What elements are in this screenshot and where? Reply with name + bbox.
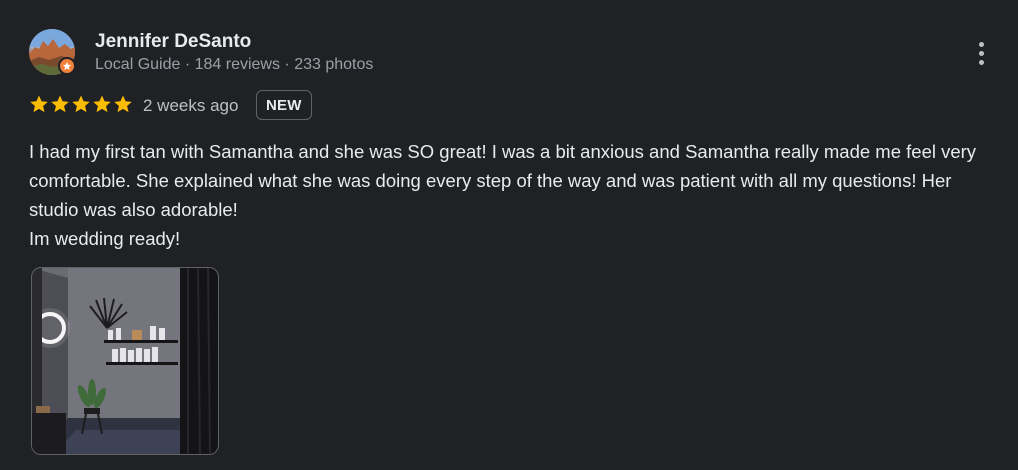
- star-rating: [29, 94, 133, 114]
- star-icon: [72, 95, 90, 113]
- local-guide-star-icon: [58, 57, 76, 75]
- review-photo[interactable]: [31, 267, 219, 455]
- star-icon: [93, 95, 111, 113]
- reviewer-avatar[interactable]: [29, 29, 76, 75]
- new-badge: NEW: [256, 90, 312, 120]
- menu-dot: [978, 59, 984, 65]
- review-paragraph: Im wedding ready!: [29, 228, 181, 249]
- star-icon: [30, 95, 48, 113]
- review-time: 2 weeks ago: [143, 96, 239, 115]
- menu-dot: [978, 41, 984, 47]
- reviewer-meta: Local Guide · 184 reviews · 233 photos: [95, 56, 374, 73]
- star-icon: [114, 95, 132, 113]
- reviewer-name[interactable]: Jennifer DeSanto: [95, 31, 251, 53]
- review-text: I had my first tan with Samantha and she…: [29, 137, 1004, 253]
- more-vert-icon[interactable]: [966, 36, 996, 70]
- menu-dot: [978, 50, 984, 56]
- review-paragraph: I had my first tan with Samantha and she…: [29, 141, 977, 220]
- star-icon: [51, 95, 69, 113]
